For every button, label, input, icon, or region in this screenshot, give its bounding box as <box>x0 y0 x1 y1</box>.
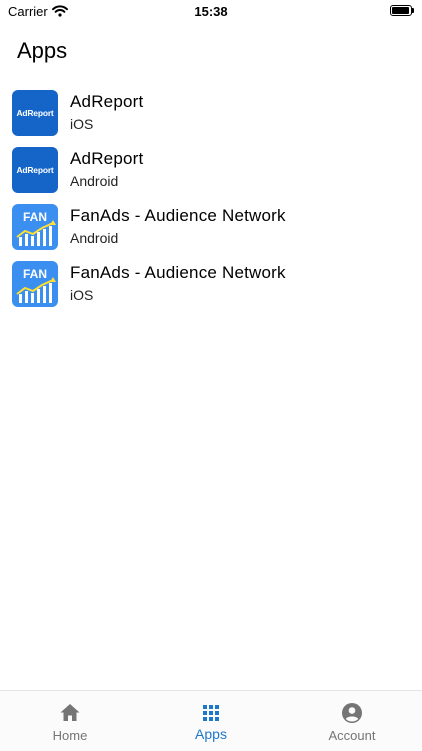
page-title: Apps <box>17 38 68 63</box>
fan-chart-icon: FAN <box>12 204 58 250</box>
app-platform: iOS <box>70 116 94 132</box>
app-list-item[interactable]: FAN FanAds - Audience Network Android <box>0 202 422 259</box>
app-name: FanAds - Audience Network <box>70 206 286 225</box>
account-icon <box>340 701 364 725</box>
tab-home[interactable]: Home <box>0 691 140 751</box>
app-list-item[interactable]: FAN FanAds - Audience Network iOS <box>0 259 422 316</box>
app-list-item[interactable]: AdReport AdReport iOS <box>0 88 422 145</box>
fan-chart-icon: FAN <box>12 261 58 307</box>
app-list-item[interactable]: AdReport AdReport Android <box>0 145 422 202</box>
battery-icon <box>390 5 414 16</box>
app-name: FanAds - Audience Network <box>70 263 286 282</box>
clock: 15:38 <box>194 4 228 19</box>
grid-icon <box>199 701 223 725</box>
app-name: AdReport <box>70 92 144 111</box>
fan-icon-label: FAN <box>23 267 47 281</box>
tab-label: Apps <box>195 726 227 742</box>
tab-account[interactable]: Account <box>282 691 422 751</box>
tab-apps[interactable]: Apps <box>141 691 281 751</box>
tab-bar: Home Apps Account <box>0 690 422 751</box>
home-icon <box>58 701 82 725</box>
app-platform: Android <box>70 173 119 189</box>
adreport-icon-label: AdReport <box>16 108 54 118</box>
status-bar: Carrier 15:38 <box>0 0 422 22</box>
adreport-icon: AdReport <box>12 147 58 193</box>
adreport-icon-label: AdReport <box>16 165 54 175</box>
app-platform: Android <box>70 230 119 246</box>
tab-label: Account <box>328 728 376 743</box>
fan-icon-label: FAN <box>23 210 47 224</box>
app-name: AdReport <box>70 149 144 168</box>
adreport-icon: AdReport <box>12 90 58 136</box>
app-list: AdReport AdReport iOS AdReport AdReport … <box>0 88 422 316</box>
app-platform: iOS <box>70 287 94 303</box>
tab-label: Home <box>52 728 88 743</box>
